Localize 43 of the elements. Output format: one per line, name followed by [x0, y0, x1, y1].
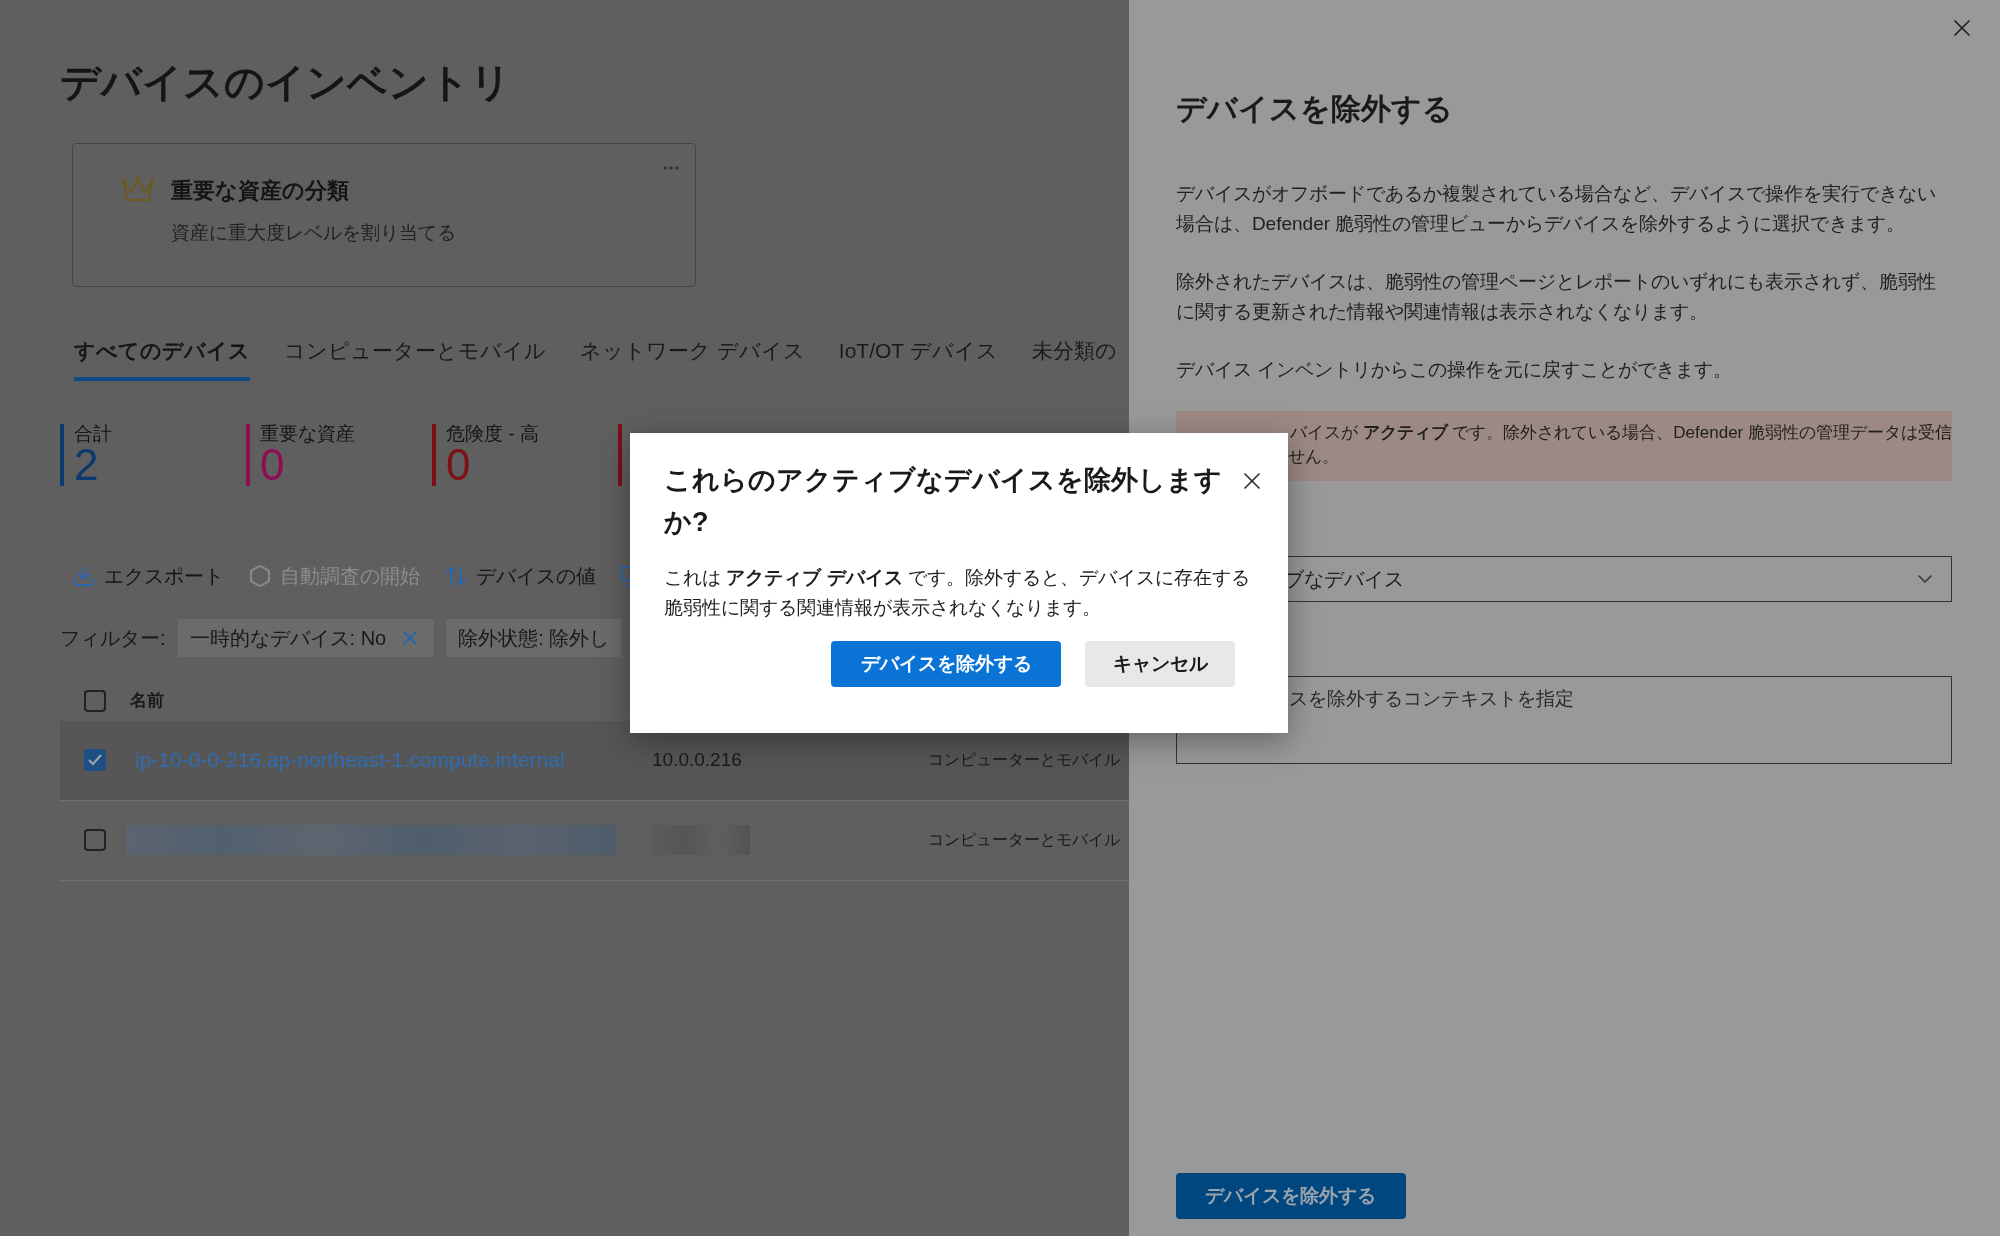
check-icon — [88, 754, 102, 766]
checkbox[interactable] — [84, 749, 106, 771]
download-icon — [72, 563, 96, 588]
exclude-button[interactable]: デバイスを除外する — [831, 641, 1061, 687]
warning-text: せん。 — [1286, 446, 1339, 468]
tab[interactable]: コンピューターとモバイル — [284, 335, 546, 381]
filter-chip[interactable]: 一時的なデバイス: No — [177, 618, 435, 657]
checkbox[interactable] — [84, 689, 106, 712]
panel-paragraph: デバイス インベントリからこの操作を元に戻すことができます。 — [1175, 358, 1734, 382]
dialog-title: これらのアクティブなデバイスを除外しますか? — [664, 464, 1223, 539]
metric-label: 合計 — [74, 423, 112, 444]
metric-value: 2 — [74, 443, 99, 486]
filter-chip[interactable]: 除外状態: 除外し — [446, 618, 622, 657]
panel-paragraph: 除外されたデバイスは、脆弱性の管理ページとレポートのいずれにも表示されず、脆弱性に関する更新された情報や関連情報は表示されなくなります。 — [1175, 270, 1937, 324]
card-title: 重要な資産の分類 — [171, 177, 350, 205]
tab[interactable]: 未分類の — [1031, 335, 1117, 381]
toolbar-button[interactable]: デバイスの値 — [444, 560, 596, 591]
exclude-button[interactable]: デバイスを除外する — [1175, 1173, 1406, 1219]
card-subtitle: 資産に重大度レベルを割り当てる — [171, 221, 456, 245]
filter-text: 一時的なデバイス: No — [189, 625, 387, 651]
table-cell-text: 10.0.0.216 — [652, 747, 743, 772]
checkbox[interactable] — [84, 829, 106, 851]
toolbar-button[interactable]: エクスポート — [72, 560, 224, 591]
column-header[interactable]: 名前 — [130, 687, 164, 714]
filter-label: フィルター: — [60, 625, 166, 651]
tab[interactable]: ネットワーク デバイス — [580, 335, 805, 381]
warning-text: バイスが アクティブ です。除外されている場合、Defender 脆弱性の管理データは受信 — [1288, 422, 1952, 444]
context-field[interactable]: スを除外するコンテキストを指定 — [1175, 676, 1952, 764]
page-title: デバイスのインベントリ — [60, 59, 511, 106]
table-row[interactable]: コンピューターとモバイル — [60, 800, 1129, 881]
cancel-button[interactable]: キャンセル — [1085, 641, 1235, 687]
tab[interactable]: すべてのデバイス — [74, 335, 250, 381]
tab[interactable]: IoT/OT デバイス — [838, 335, 998, 381]
crown-icon — [121, 176, 155, 204]
metric-value: 0 — [446, 443, 471, 486]
panel-paragraph: デバイスがオフボードであるか複製されている場合など、デバイスで操作を実行できない場合は、Defender 脆弱性の管理ビューからデバイスを除外するように選択できます。 — [1175, 182, 1937, 236]
metric-label: 重要な資産 — [260, 423, 355, 444]
table-cell-text: コンピューターとモバイル — [928, 830, 1120, 851]
filter-text: 除外状態: 除外し — [458, 625, 610, 651]
panel-title: デバイスを除外する — [1175, 91, 1454, 127]
metric-label: 危険度 - 高 — [446, 423, 539, 444]
hexagon-icon — [248, 563, 272, 588]
metric-value: 0 — [260, 443, 285, 486]
